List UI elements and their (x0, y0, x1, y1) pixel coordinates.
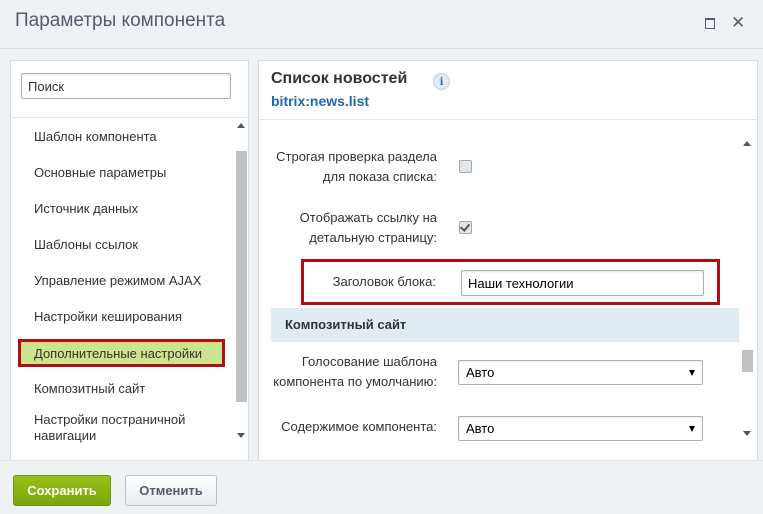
strict-check-checkbox[interactable] (459, 160, 472, 173)
dialog-title: Параметры компонента (15, 10, 226, 31)
scroll-up-arrow-icon[interactable] (237, 123, 245, 128)
sidebar-item-caching[interactable]: Настройки кеширования (34, 309, 214, 325)
save-button[interactable]: Сохранить (13, 475, 111, 506)
scroll-down-arrow-icon[interactable] (743, 431, 751, 436)
block-title-label: Заголовок блока: (332, 274, 436, 289)
info-icon[interactable]: i (433, 73, 450, 90)
composite-section-header: Композитный сайт (271, 308, 739, 342)
dropdown-arrow-icon (689, 426, 695, 432)
dialog-footer: Сохранить Отменить (0, 460, 763, 514)
block-title-row: Заголовок блока: (301, 259, 720, 305)
sidebar-item-ajax[interactable]: Управление режимом AJAX (34, 273, 214, 289)
show-detail-link-label: Отображать ссылку на детальную страницу: (299, 210, 437, 245)
strict-check-label: Строгая проверка раздела для показа списк… (276, 149, 437, 184)
component-code: bitrix:news.list (271, 93, 370, 109)
search-input[interactable] (21, 73, 231, 99)
select-value: Авто (466, 365, 495, 380)
check-icon (459, 221, 471, 232)
component-content-label: Содержимое компонента: (281, 419, 437, 434)
sidebar-item-template[interactable]: Шаблон компонента (34, 129, 214, 145)
scroll-down-arrow-icon[interactable] (237, 433, 245, 438)
properties-panel: Список новостей i bitrix:news.list Строг… (258, 60, 758, 495)
select-value: Авто (466, 421, 495, 436)
close-icon[interactable]: ✕ (731, 14, 745, 31)
sidebar-item-main-params[interactable]: Основные параметры (34, 165, 214, 181)
sections-scrollbar[interactable] (235, 119, 247, 494)
divider (259, 119, 757, 120)
cancel-button[interactable]: Отменить (125, 475, 217, 506)
properties-scrollbar[interactable] (741, 136, 753, 441)
sidebar-item-additional[interactable]: Дополнительные настройки (18, 339, 225, 367)
sidebar-item-pagination[interactable]: Настройки постраничной навигации (34, 412, 214, 444)
template-voting-select[interactable]: Авто (458, 360, 703, 385)
sidebar-item-link-templates[interactable]: Шаблоны ссылок (34, 237, 214, 253)
dialog-titlebar: Параметры компонента ✕ (0, 0, 763, 49)
scrollbar-thumb[interactable] (742, 350, 753, 372)
sidebar-item-composite[interactable]: Композитный сайт (34, 381, 214, 397)
sidebar-item-data-source[interactable]: Источник данных (34, 201, 214, 217)
divider (11, 117, 248, 118)
sections-panel: Шаблон компонента Основные параметры Ист… (10, 60, 249, 495)
block-title-input[interactable] (461, 270, 704, 296)
scroll-up-arrow-icon[interactable] (743, 141, 751, 146)
dialog-content: Шаблон компонента Основные параметры Ист… (0, 49, 763, 495)
component-content-select[interactable]: Авто (458, 416, 703, 441)
maximize-icon[interactable] (703, 16, 717, 30)
scrollbar-thumb[interactable] (236, 151, 247, 402)
dropdown-arrow-icon (689, 370, 695, 376)
show-detail-link-checkbox[interactable] (459, 221, 472, 234)
template-voting-label: Голосование шаблона компонента по умолчан… (273, 354, 437, 389)
component-title: Список новостей (271, 70, 408, 87)
